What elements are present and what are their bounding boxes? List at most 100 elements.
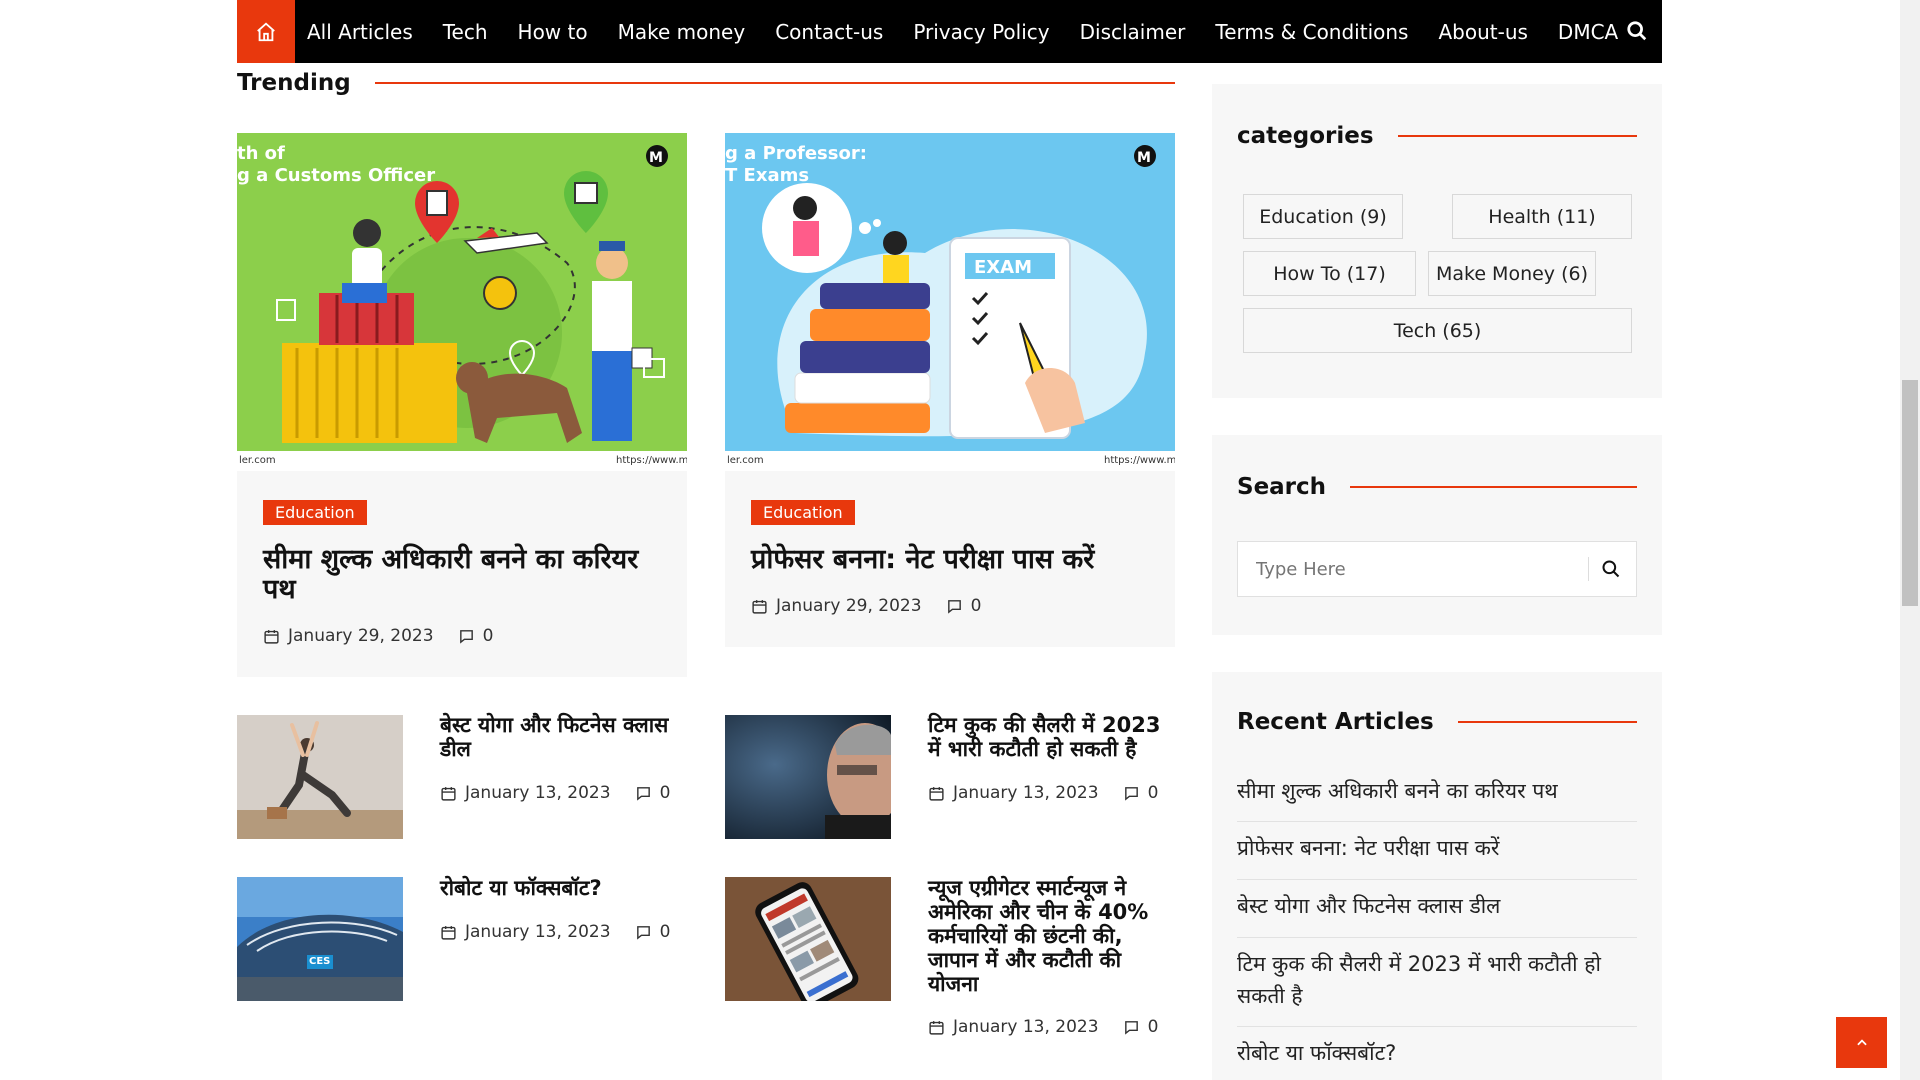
search-input[interactable] (1238, 542, 1588, 596)
recent-article-link[interactable]: बेस्ट योगा और फिटनेस क्लास डील (1237, 890, 1637, 922)
search-form (1237, 541, 1637, 597)
comment-icon (947, 599, 961, 614)
post-meta: January 13, 2023 0 (928, 1017, 1158, 1037)
divider (1237, 879, 1637, 880)
exam-label: EXAM (974, 257, 1032, 278)
comment-count[interactable]: 0 (660, 922, 671, 942)
search-icon[interactable] (1601, 559, 1621, 579)
nav-privacy-policy[interactable]: Privacy Policy (913, 20, 1049, 44)
home-icon (257, 22, 275, 41)
ces-sign-text: CES (309, 956, 331, 967)
category-tech[interactable]: Tech (65) (1243, 308, 1632, 353)
post-date[interactable]: January 29, 2023 (288, 626, 434, 646)
card-image[interactable]: M th of g a Customs Officer ler.com http… (237, 133, 687, 471)
calendar-icon (752, 599, 767, 614)
post-title[interactable]: बेस्ट योगा और फिटनेस क्लास डील (440, 713, 685, 761)
search-icon[interactable] (1626, 20, 1648, 42)
post-meta: January 29, 2023 0 (751, 596, 981, 616)
chevron-up-icon (1856, 1038, 1867, 1045)
post-date[interactable]: January 29, 2023 (776, 596, 922, 616)
heading-underline (1397, 135, 1637, 137)
post-meta: January 13, 2023 0 (928, 783, 1158, 803)
categories-title: categories (1237, 123, 1374, 149)
trending-card-2[interactable]: EXAM M g a Professor: T Exams ler.com ht… (725, 133, 1175, 647)
category-education[interactable]: Education (9) (1243, 194, 1403, 239)
comment-icon (636, 925, 650, 940)
card-image[interactable]: EXAM M g a Professor: T Exams ler.com ht… (725, 133, 1175, 471)
trending-card-1[interactable]: M th of g a Customs Officer ler.com http… (237, 133, 687, 677)
nav-about-us[interactable]: About-us (1438, 20, 1527, 44)
post-title[interactable]: न्यूज एग्रीगेटर स्मार्टन्यूज ने अमेरिका … (928, 876, 1178, 996)
card-image-text-2: g a Customs Officer (237, 165, 436, 186)
top-nav: All Articles Tech How to Make money Cont… (237, 0, 1662, 63)
post-thumbnail-smartnews[interactable] (725, 877, 891, 1001)
trending-heading: Trending (237, 70, 1175, 96)
heading-underline (374, 82, 1175, 84)
category-how-to[interactable]: How To (17) (1243, 251, 1416, 296)
comment-count[interactable]: 0 (1148, 783, 1159, 803)
recent-article-link[interactable]: सीमा शुल्क अधिकारी बनने का करियर पथ (1237, 775, 1637, 807)
post-date[interactable]: January 13, 2023 (953, 1017, 1099, 1037)
calendar-icon (929, 786, 944, 801)
recent-title: Recent Articles (1237, 709, 1434, 735)
comment-icon (1124, 1020, 1138, 1035)
comment-count[interactable]: 0 (483, 626, 494, 646)
post-date[interactable]: January 13, 2023 (465, 922, 611, 942)
nav-terms[interactable]: Terms & Conditions (1215, 20, 1408, 44)
post-thumbnail-yoga[interactable] (237, 715, 403, 839)
recent-article-link[interactable]: प्रोफेसर बनना: नेट परीक्षा पास करें (1237, 832, 1637, 864)
calendar-icon (929, 1020, 944, 1035)
svg-text:M: M (1137, 150, 1151, 166)
comment-count[interactable]: 0 (660, 783, 671, 803)
card-image-footer-right: https://www.m (616, 455, 687, 466)
divider (1237, 937, 1637, 938)
scrollbar-thumb[interactable] (1902, 380, 1918, 606)
card-image-text-1: g a Professor: (725, 143, 867, 164)
heading-underline (1457, 721, 1637, 723)
post-thumbnail-tim-cook[interactable] (725, 715, 891, 839)
calendar-icon (441, 786, 456, 801)
nav-make-money[interactable]: Make money (618, 20, 746, 44)
back-to-top-button[interactable] (1836, 1017, 1887, 1068)
category-health[interactable]: Health (11) (1452, 194, 1632, 239)
comment-count[interactable]: 0 (1148, 1017, 1159, 1037)
recent-heading: Recent Articles (1237, 709, 1637, 735)
divider (1237, 1026, 1637, 1027)
nav-contact-us[interactable]: Contact-us (775, 20, 883, 44)
recent-article-link[interactable]: रोबोट या फॉक्सबॉट? (1237, 1037, 1637, 1069)
nav-all-articles[interactable]: All Articles (307, 20, 413, 44)
card-image-footer-left: ler.com (239, 455, 276, 466)
post-date[interactable]: January 13, 2023 (953, 783, 1099, 803)
page-scrollbar[interactable] (1900, 0, 1920, 1080)
categories-heading: categories (1237, 123, 1637, 149)
comment-count[interactable]: 0 (971, 596, 982, 616)
card-title[interactable]: प्रोफेसर बनना: नेट परीक्षा पास करें (751, 545, 1161, 575)
category-badge[interactable]: Education (751, 500, 855, 525)
categories-widget: categories Education (9) Health (11) How… (1212, 84, 1662, 398)
search-divider (1588, 557, 1589, 581)
post-title[interactable]: रोबोट या फॉक्सबॉट? (440, 876, 685, 900)
comment-icon (636, 786, 650, 801)
recent-article-link[interactable]: टिम कुक की सैलरी में 2023 में भारी कटौती… (1237, 948, 1637, 1012)
search-title: Search (1237, 474, 1327, 500)
nav-disclaimer[interactable]: Disclaimer (1080, 20, 1186, 44)
category-badge[interactable]: Education (263, 500, 367, 525)
post-thumbnail-ces[interactable]: CES (237, 877, 403, 1001)
post-date[interactable]: January 13, 2023 (465, 783, 611, 803)
heading-underline (1350, 486, 1637, 488)
comment-icon (459, 629, 473, 644)
category-make-money[interactable]: Make Money (6) (1428, 251, 1596, 296)
nav-how-to[interactable]: How to (518, 20, 588, 44)
post-meta: January 29, 2023 0 (263, 626, 493, 646)
search-widget: Search (1212, 435, 1662, 635)
card-image-text-2: T Exams (725, 165, 810, 186)
comment-icon (1124, 786, 1138, 801)
card-title[interactable]: सीमा शुल्क अधिकारी बनने का करियर पथ (263, 545, 673, 605)
nav-dmca[interactable]: DMCA (1558, 20, 1618, 44)
post-title[interactable]: टिम कुक की सैलरी में 2023 में भारी कटौती… (928, 713, 1178, 761)
svg-text:M: M (649, 150, 663, 166)
card-image-text-1: th of (237, 143, 285, 164)
nav-tech[interactable]: Tech (443, 20, 488, 44)
search-heading: Search (1237, 474, 1637, 500)
home-button[interactable] (237, 0, 295, 63)
